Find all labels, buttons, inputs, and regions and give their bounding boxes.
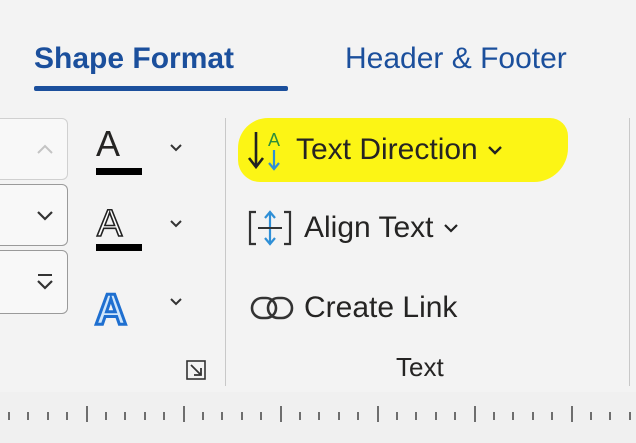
ruler-tick bbox=[454, 412, 457, 420]
ruler-tick bbox=[202, 412, 204, 420]
ruler-tick bbox=[299, 412, 301, 420]
ruler-tick bbox=[337, 412, 340, 420]
chevron-down-icon[interactable] bbox=[168, 296, 184, 308]
ruler-tick bbox=[570, 406, 573, 422]
create-link-button[interactable]: Create Link bbox=[244, 280, 457, 336]
ruler-tick bbox=[512, 412, 515, 420]
chevron-down-icon[interactable] bbox=[168, 218, 184, 230]
align-text-button[interactable]: Align Text bbox=[244, 200, 460, 256]
chevron-down-icon bbox=[443, 224, 458, 233]
text-direction-icon: A bbox=[247, 130, 280, 171]
ruler-tick bbox=[318, 412, 321, 420]
gallery-more-button[interactable] bbox=[0, 250, 68, 314]
active-tab-indicator bbox=[34, 86, 288, 91]
svg-text:A: A bbox=[268, 130, 280, 150]
svg-text:A: A bbox=[95, 285, 127, 334]
align-text-label: Align Text bbox=[304, 211, 434, 244]
text-effects-button[interactable]: A bbox=[92, 274, 202, 334]
text-effects-icon: A bbox=[92, 274, 144, 335]
horizontal-ruler[interactable] bbox=[0, 392, 636, 443]
text-outline-icon: A bbox=[92, 196, 144, 256]
svg-text:A: A bbox=[97, 203, 123, 245]
ruler-tick bbox=[628, 412, 631, 420]
chevron-down-icon[interactable] bbox=[168, 142, 184, 154]
ruler-tick bbox=[415, 412, 418, 420]
chevron-up-icon bbox=[36, 144, 53, 154]
gallery-scroll-up-button[interactable] bbox=[0, 118, 68, 180]
group-separator bbox=[629, 118, 630, 386]
ruler-tick bbox=[163, 412, 166, 420]
ruler-tick bbox=[260, 412, 263, 420]
ruler-tick bbox=[473, 406, 476, 422]
ruler-tick bbox=[609, 412, 612, 420]
tab-header-footer[interactable]: Header & Footer bbox=[345, 42, 567, 76]
text-group-label: Text bbox=[396, 352, 444, 382]
ruler-tick bbox=[105, 412, 107, 420]
ruler-tick bbox=[240, 412, 243, 420]
text-fill-icon: A bbox=[92, 120, 144, 180]
create-link-label: Create Link bbox=[304, 291, 458, 324]
ruler-tick bbox=[8, 412, 10, 420]
dialog-launcher-icon[interactable] bbox=[186, 360, 206, 380]
text-fill-button[interactable]: A bbox=[92, 120, 202, 180]
ruler-tick bbox=[143, 412, 146, 420]
tab-shape-format[interactable]: Shape Format bbox=[34, 42, 234, 76]
text-outline-button[interactable]: A bbox=[92, 196, 202, 256]
group-separator bbox=[225, 118, 226, 386]
wordart-gallery-scroll bbox=[0, 118, 68, 314]
chevron-down-icon bbox=[36, 211, 53, 221]
link-icon bbox=[250, 296, 294, 320]
ruler-tick bbox=[182, 406, 185, 422]
ruler-tick bbox=[66, 412, 69, 420]
text-direction-label: Text Direction bbox=[296, 133, 478, 166]
gallery-scroll-down-button[interactable] bbox=[0, 184, 68, 246]
ruler-tick bbox=[279, 406, 282, 422]
gallery-expand-icon bbox=[36, 274, 53, 290]
ruler-tick bbox=[46, 412, 49, 420]
ruler-tick bbox=[551, 412, 554, 420]
ruler-tick bbox=[85, 406, 88, 422]
ruler-tick bbox=[221, 412, 224, 420]
align-text-icon bbox=[248, 210, 292, 246]
ruler-tick bbox=[124, 412, 127, 420]
ruler-tick bbox=[531, 412, 534, 420]
ruler-tick bbox=[357, 412, 360, 420]
chevron-down-icon bbox=[487, 146, 502, 155]
ruler-tick bbox=[434, 412, 437, 420]
text-direction-button[interactable]: A Text Direction bbox=[244, 122, 504, 178]
ruler-tick bbox=[27, 412, 30, 420]
ruler-tick bbox=[376, 406, 379, 422]
ruler-tick bbox=[493, 412, 495, 420]
ruler-tick bbox=[590, 412, 592, 420]
ruler-tick bbox=[396, 412, 398, 420]
